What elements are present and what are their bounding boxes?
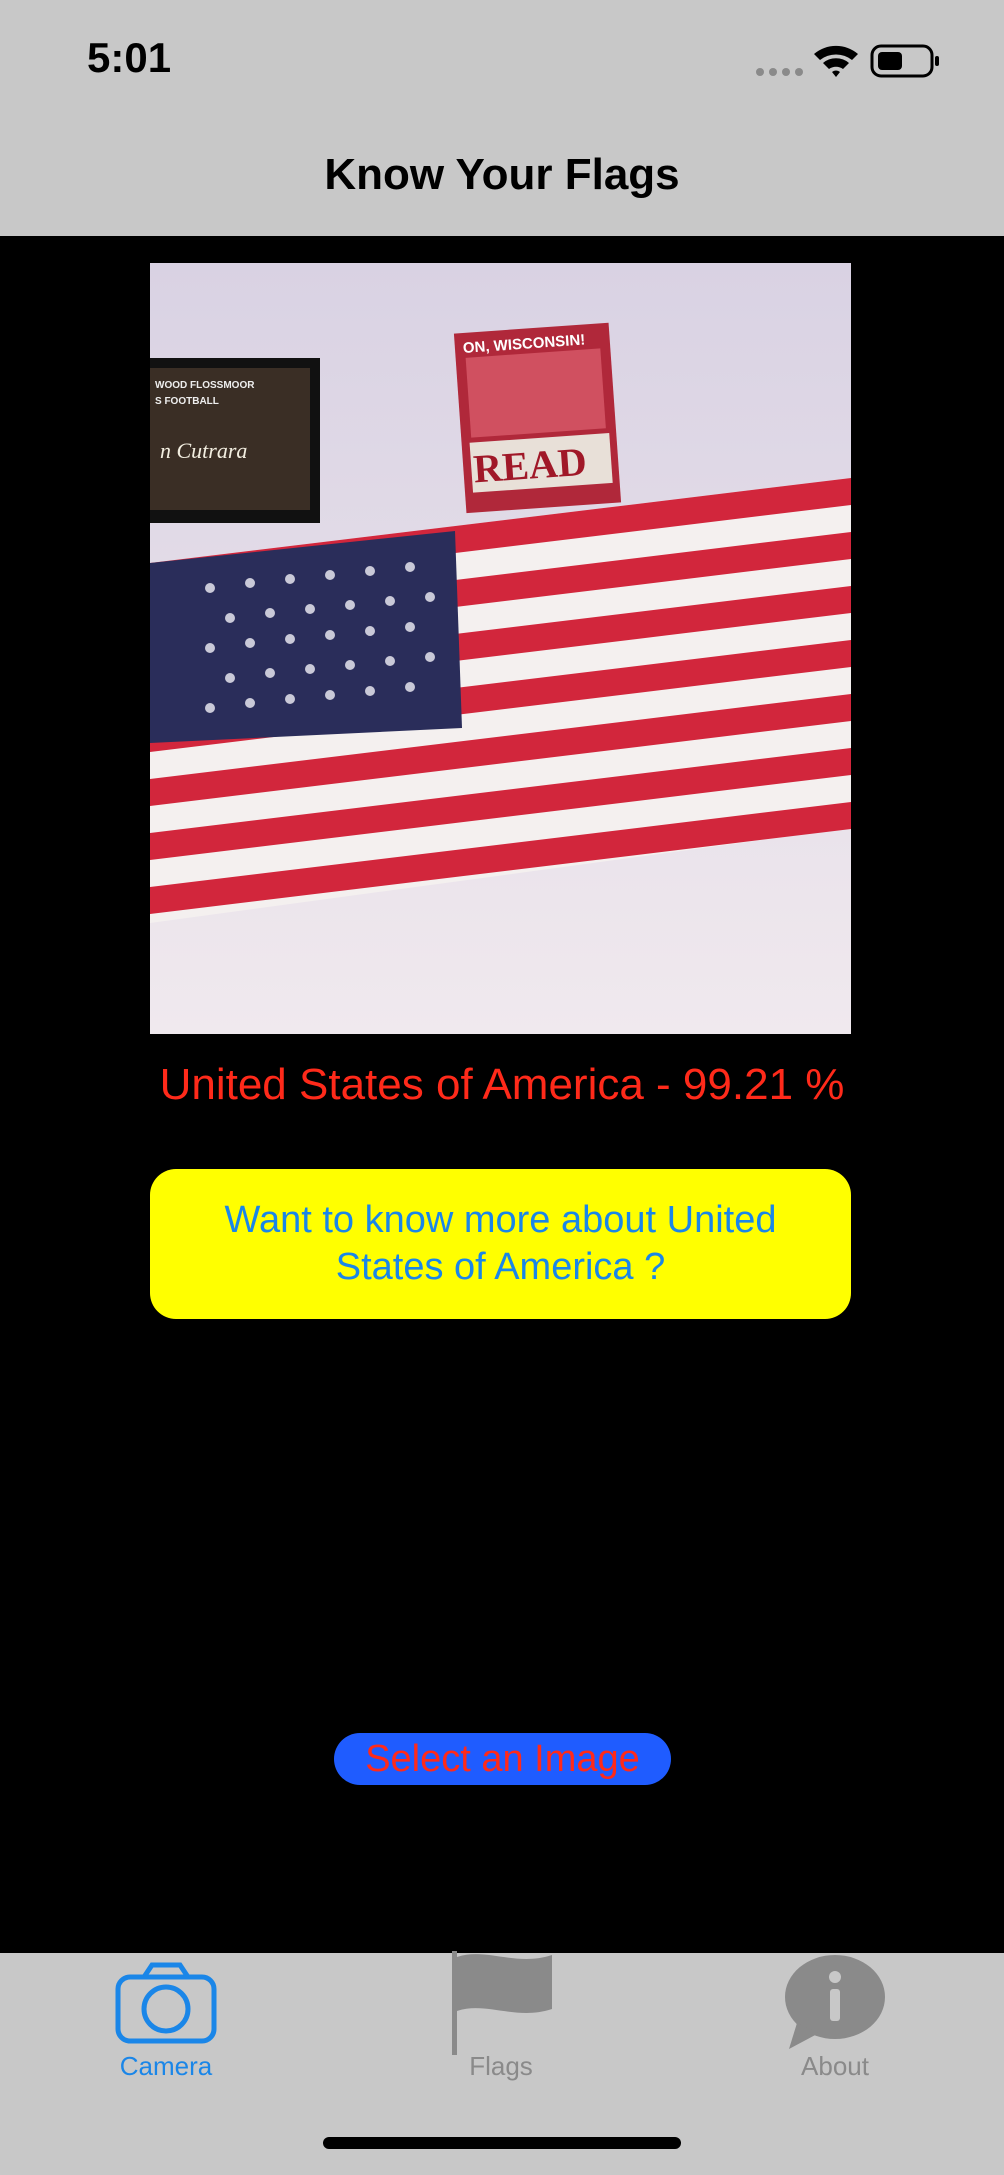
camera-icon <box>115 1962 217 2044</box>
flag-icon <box>452 1951 552 2055</box>
classification-result: United States of America - 99.21 % <box>159 1060 845 1109</box>
selected-photo: WOOD FLOSSMOOR S FOOTBALL n Cutrara ON, … <box>150 263 851 1034</box>
status-icons <box>754 40 974 84</box>
select-image-button[interactable]: Select an Image <box>334 1733 671 1785</box>
home-indicator[interactable] <box>323 2137 681 2149</box>
page-title: Know Your Flags <box>324 150 680 199</box>
tab-flags-label: Flags <box>469 2051 533 2081</box>
navigation-bar: Know Your Flags <box>0 120 1004 236</box>
learn-more-label: Want to know more about United States of… <box>224 1199 777 1288</box>
poster: ON, WISCONSIN! READ <box>453 322 622 514</box>
frame-script-text: n Cutrara <box>160 438 247 463</box>
learn-more-button[interactable]: Want to know more about United States of… <box>150 1169 851 1319</box>
status-bar: 5:01 <box>0 0 1004 120</box>
tab-camera[interactable]: Camera <box>56 1953 276 2103</box>
tab-bar: Camera Flags About <box>0 1951 1004 2175</box>
tab-camera-label: Camera <box>119 2051 213 2081</box>
framed-picture: WOOD FLOSSMOOR S FOOTBALL n Cutrara <box>150 358 320 523</box>
tab-about-label: About <box>801 2051 869 2081</box>
signal-icon <box>756 68 803 76</box>
status-time: 5:01 <box>87 34 172 81</box>
poster-word: READ <box>472 439 588 492</box>
frame-text-2: S FOOTBALL <box>155 396 219 407</box>
tab-flags[interactable]: Flags <box>391 1951 611 2103</box>
select-image-label: Select an Image <box>365 1737 640 1780</box>
frame-text-1: WOOD FLOSSMOOR <box>155 380 255 391</box>
tab-about[interactable]: About <box>725 1953 945 2103</box>
battery-icon <box>870 44 939 78</box>
wifi-icon <box>814 45 858 77</box>
info-icon <box>785 1955 885 2049</box>
